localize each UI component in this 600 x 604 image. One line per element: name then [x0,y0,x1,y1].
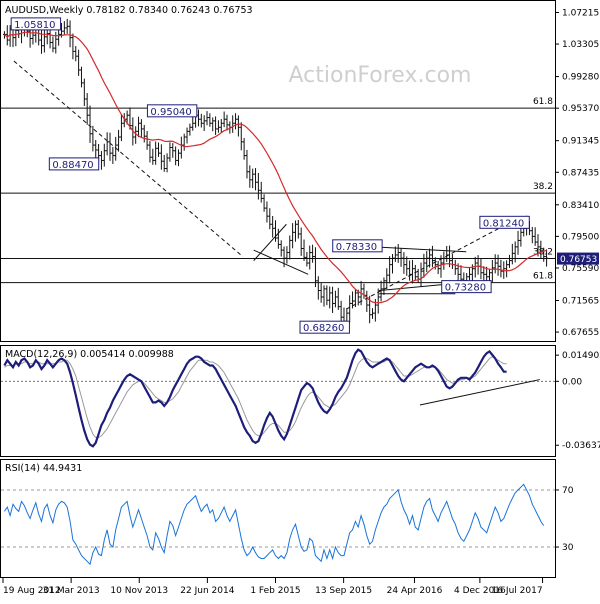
fib-label: 61.8 [533,272,553,282]
time-axis: 19 Aug 201231 Mar 2013 10 Nov 2013 22 Jun … [2,578,544,596]
current-price-label: 0.76753 [560,255,597,265]
time-tick-label: 1 Feb 2015 [250,586,300,596]
price-tick-label: 0.83410 [562,201,599,211]
time-tick-label: 10 Nov 2013 [110,586,168,596]
price-axis: 1.07215 1.03305 0.99280 0.95370 0.91345 0.874… [555,8,599,338]
annotation-label: 1.05810 [14,20,55,31]
fib-label: 61.8 [533,97,553,107]
annotation-label: 0.81240 [483,218,524,229]
rsi-tick-label: 30 [562,543,574,553]
chart-canvas: ActionForex.com 61.8 38.2 38.2 61.8 1.05810… [0,0,600,596]
price-tick-label: 0.95370 [562,104,599,114]
watermark: ActionForex.com [289,63,472,88]
price-tick-label: 0.71565 [562,296,599,306]
time-tick-label: 13 Sep 2015 [315,586,372,596]
price-tick-label: 0.91345 [562,137,599,147]
ohlc-readout: 0.78182 0.78340 0.76243 0.76753 [86,5,252,16]
price-tick-label: 0.99280 [562,73,599,83]
rsi-panel-frame [0,459,556,578]
fib-label: 38.2 [533,248,553,258]
fib-label: 38.2 [533,182,553,192]
price-tick-label: 0.67655 [562,328,599,338]
time-tick-label: 16 Jul 2017 [492,586,543,596]
price-tick-label: 0.79500 [562,232,599,242]
macd-tick-label: 0.00 [562,377,582,387]
price-tick-label: 0.87435 [562,168,599,178]
macd-title: MACD(12,26,9) 0.005414 0.009988 [5,349,174,360]
chart-title: AUDUSD,Weekly 0.78182 0.78340 0.76243 0.… [5,5,253,16]
annotation-label: 0.95040 [150,107,191,118]
price-tick-label: 1.07215 [562,8,599,18]
annotation-label: 0.73280 [445,283,486,294]
price-tick-label: 1.03305 [562,40,599,50]
rsi-title: RSI(14) 44.9431 [5,463,82,474]
price-tick-label: 0.75590 [562,264,599,274]
annotation-label: 0.68260 [303,323,344,334]
time-tick-label: 22 Jun 2014 [180,586,234,596]
annotation-label: 0.88470 [52,160,93,171]
annotation-label: 0.78330 [336,242,377,253]
macd-tick-label: 0.014902 [562,351,600,361]
time-tick-label: 31 Mar 2013 [43,586,100,596]
chart-title-symbol: AUDUSD,Weekly [5,5,84,16]
macd-panel-frame [0,345,556,457]
macd-tick-label: -0.036374 [562,441,600,451]
rsi-tick-label: 70 [562,486,574,496]
time-tick-label: 24 Apr 2016 [387,586,443,596]
